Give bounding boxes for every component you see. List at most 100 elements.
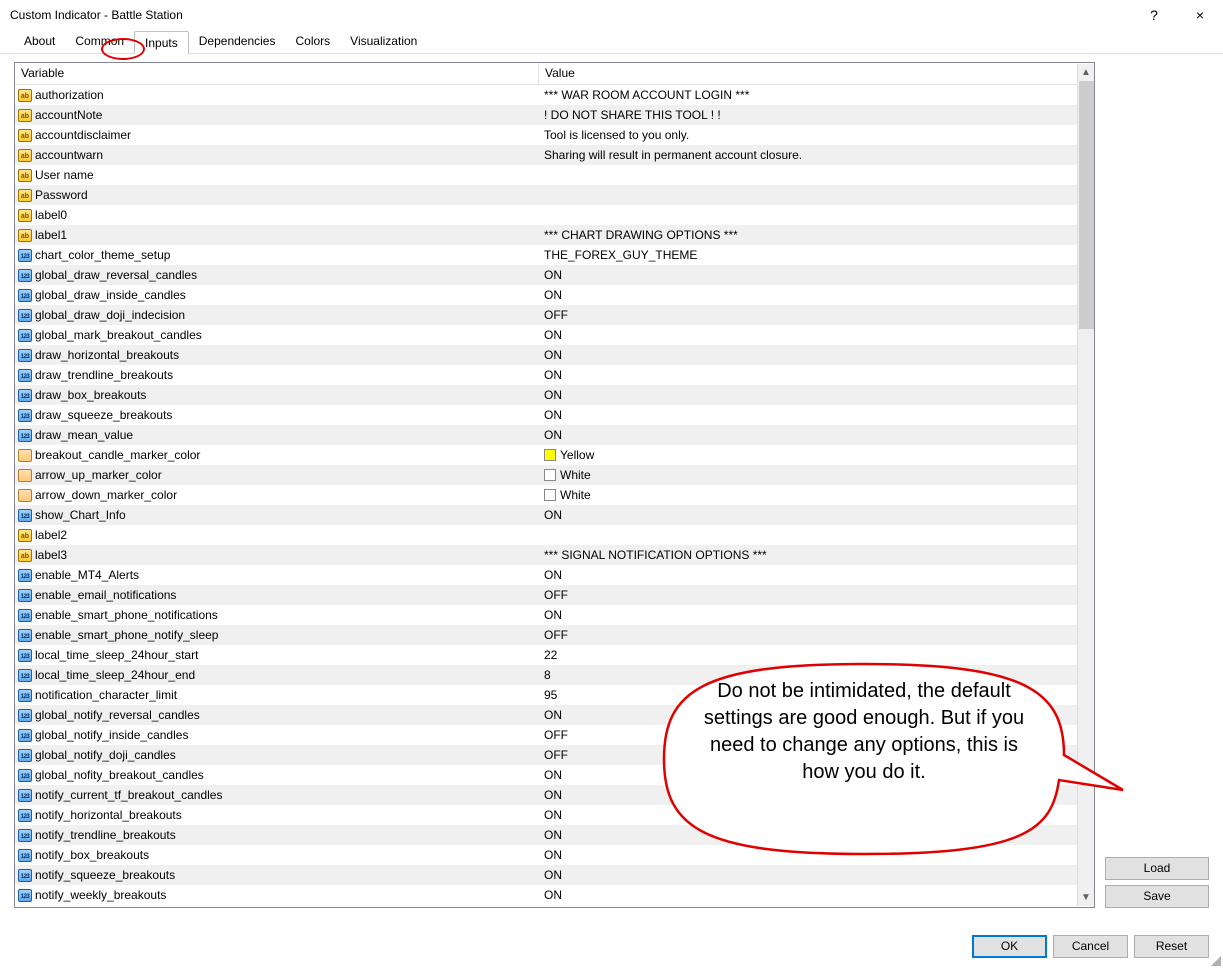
table-row[interactable]: global_notify_inside_candlesOFF <box>15 725 1094 745</box>
tab-inputs[interactable]: Inputs <box>134 31 189 54</box>
table-row[interactable]: notification_character_limit95 <box>15 685 1094 705</box>
table-row[interactable]: enable_email_notificationsOFF <box>15 585 1094 605</box>
variable-value[interactable]: 95 <box>539 688 1094 702</box>
table-row[interactable]: draw_trendline_breakoutsON <box>15 365 1094 385</box>
table-row[interactable]: accountNote ! DO NOT SHARE THIS TOOL ! ! <box>15 105 1094 125</box>
variable-value[interactable]: ON <box>539 768 1094 782</box>
table-row[interactable]: breakout_candle_marker_colorYellow <box>15 445 1094 465</box>
table-row[interactable]: label0 <box>15 205 1094 225</box>
variable-value[interactable]: OFF <box>539 308 1094 322</box>
table-row[interactable]: global_notify_doji_candlesOFF <box>15 745 1094 765</box>
variable-value[interactable]: ON <box>539 388 1094 402</box>
table-row[interactable]: show_Chart_InfoON <box>15 505 1094 525</box>
vertical-scrollbar[interactable]: ▲ ▼ <box>1077 64 1094 906</box>
table-row[interactable]: global_nofity_breakout_candlesON <box>15 765 1094 785</box>
table-row[interactable]: local_time_sleep_24hour_start22 <box>15 645 1094 665</box>
variable-value[interactable]: Tool is licensed to you only. <box>539 128 1094 142</box>
table-row[interactable]: notify_box_breakoutsON <box>15 845 1094 865</box>
variable-value[interactable]: ON <box>539 828 1094 842</box>
variable-value[interactable]: *** CHART DRAWING OPTIONS *** <box>539 228 1094 242</box>
tab-dependencies[interactable]: Dependencies <box>189 30 286 53</box>
table-row[interactable]: User name <box>15 165 1094 185</box>
variable-value[interactable]: Yellow <box>539 448 1094 462</box>
table-row[interactable]: global_draw_doji_indecisionOFF <box>15 305 1094 325</box>
ok-button[interactable]: OK <box>972 935 1047 958</box>
variable-value[interactable]: ON <box>539 808 1094 822</box>
variable-value[interactable]: OFF <box>539 728 1094 742</box>
close-button[interactable]: × <box>1177 0 1223 30</box>
table-row[interactable]: chart_color_theme_setupTHE_FOREX_GUY_THE… <box>15 245 1094 265</box>
table-row[interactable]: notify_current_tf_breakout_candlesON <box>15 785 1094 805</box>
table-row[interactable]: accountdisclaimerTool is licensed to you… <box>15 125 1094 145</box>
variable-value[interactable]: White <box>539 488 1094 502</box>
reset-button[interactable]: Reset <box>1134 935 1209 958</box>
variable-value[interactable]: OFF <box>539 588 1094 602</box>
variable-value[interactable]: ON <box>539 888 1094 902</box>
table-row[interactable]: draw_mean_valueON <box>15 425 1094 445</box>
load-button[interactable]: Load <box>1105 857 1209 880</box>
table-row[interactable]: draw_squeeze_breakoutsON <box>15 405 1094 425</box>
help-button[interactable]: ? <box>1131 0 1177 30</box>
table-row[interactable]: notify_horizontal_breakoutsON <box>15 805 1094 825</box>
tab-common[interactable]: Common <box>65 30 134 53</box>
table-row[interactable]: arrow_up_marker_colorWhite <box>15 465 1094 485</box>
variable-value[interactable]: ON <box>539 348 1094 362</box>
variable-value[interactable]: *** SIGNAL NOTIFICATION OPTIONS *** <box>539 548 1094 562</box>
variable-value[interactable]: ON <box>539 428 1094 442</box>
header-value[interactable]: Value <box>539 63 1094 84</box>
table-row[interactable]: label1*** CHART DRAWING OPTIONS *** <box>15 225 1094 245</box>
variable-value[interactable]: ON <box>539 408 1094 422</box>
variable-value[interactable]: ON <box>539 288 1094 302</box>
variable-value[interactable]: ON <box>539 368 1094 382</box>
variable-value[interactable]: ! DO NOT SHARE THIS TOOL ! ! <box>539 108 1094 122</box>
save-button[interactable]: Save <box>1105 885 1209 908</box>
variable-value[interactable]: ON <box>539 328 1094 342</box>
table-row[interactable]: authorization*** WAR ROOM ACCOUNT LOGIN … <box>15 85 1094 105</box>
table-body: authorization*** WAR ROOM ACCOUNT LOGIN … <box>15 85 1094 907</box>
variable-value[interactable]: ON <box>539 708 1094 722</box>
table-row[interactable]: enable_smart_phone_notify_sleepOFF <box>15 625 1094 645</box>
table-row[interactable]: notify_squeeze_breakoutsON <box>15 865 1094 885</box>
scroll-down-button[interactable]: ▼ <box>1078 889 1094 906</box>
tab-colors[interactable]: Colors <box>285 30 340 53</box>
table-row[interactable]: global_draw_inside_candlesON <box>15 285 1094 305</box>
table-row[interactable]: label3*** SIGNAL NOTIFICATION OPTIONS **… <box>15 545 1094 565</box>
variable-value[interactable]: White <box>539 468 1094 482</box>
table-row[interactable]: global_mark_breakout_candlesON <box>15 325 1094 345</box>
table-row[interactable]: draw_box_breakoutsON <box>15 385 1094 405</box>
variable-value[interactable]: *** WAR ROOM ACCOUNT LOGIN *** <box>539 88 1094 102</box>
table-row[interactable]: local_time_sleep_24hour_end8 <box>15 665 1094 685</box>
table-row[interactable]: arrow_down_marker_colorWhite <box>15 485 1094 505</box>
variable-value[interactable]: 22 <box>539 648 1094 662</box>
variable-value[interactable]: ON <box>539 608 1094 622</box>
scroll-thumb[interactable] <box>1079 81 1094 329</box>
variable-value[interactable]: OFF <box>539 748 1094 762</box>
table-row[interactable]: label2 <box>15 525 1094 545</box>
table-row[interactable]: Password <box>15 185 1094 205</box>
variable-value[interactable]: ON <box>539 508 1094 522</box>
tab-visualization[interactable]: Visualization <box>340 30 427 53</box>
variable-value[interactable]: THE_FOREX_GUY_THEME <box>539 248 1094 262</box>
resize-grip-icon[interactable] <box>1209 954 1221 966</box>
table-row[interactable]: notify_weekly_breakoutsON <box>15 885 1094 905</box>
table-row[interactable]: enable_MT4_AlertsON <box>15 565 1094 585</box>
numeric-type-icon <box>18 669 32 682</box>
variable-value[interactable]: OFF <box>539 628 1094 642</box>
tab-about[interactable]: About <box>14 30 65 53</box>
table-row[interactable]: draw_horizontal_breakoutsON <box>15 345 1094 365</box>
scroll-up-button[interactable]: ▲ <box>1078 64 1094 81</box>
variable-value[interactable]: 8 <box>539 668 1094 682</box>
variable-value[interactable]: Sharing will result in permanent account… <box>539 148 1094 162</box>
table-row[interactable]: global_notify_reversal_candlesON <box>15 705 1094 725</box>
variable-value[interactable]: ON <box>539 868 1094 882</box>
table-row[interactable]: notify_trendline_breakoutsON <box>15 825 1094 845</box>
variable-value[interactable]: ON <box>539 268 1094 282</box>
header-variable[interactable]: Variable <box>15 63 539 84</box>
cancel-button[interactable]: Cancel <box>1053 935 1128 958</box>
table-row[interactable]: accountwarnSharing will result in perman… <box>15 145 1094 165</box>
variable-value[interactable]: ON <box>539 568 1094 582</box>
variable-value[interactable]: ON <box>539 788 1094 802</box>
table-row[interactable]: global_draw_reversal_candlesON <box>15 265 1094 285</box>
variable-value[interactable]: ON <box>539 848 1094 862</box>
table-row[interactable]: enable_smart_phone_notificationsON <box>15 605 1094 625</box>
